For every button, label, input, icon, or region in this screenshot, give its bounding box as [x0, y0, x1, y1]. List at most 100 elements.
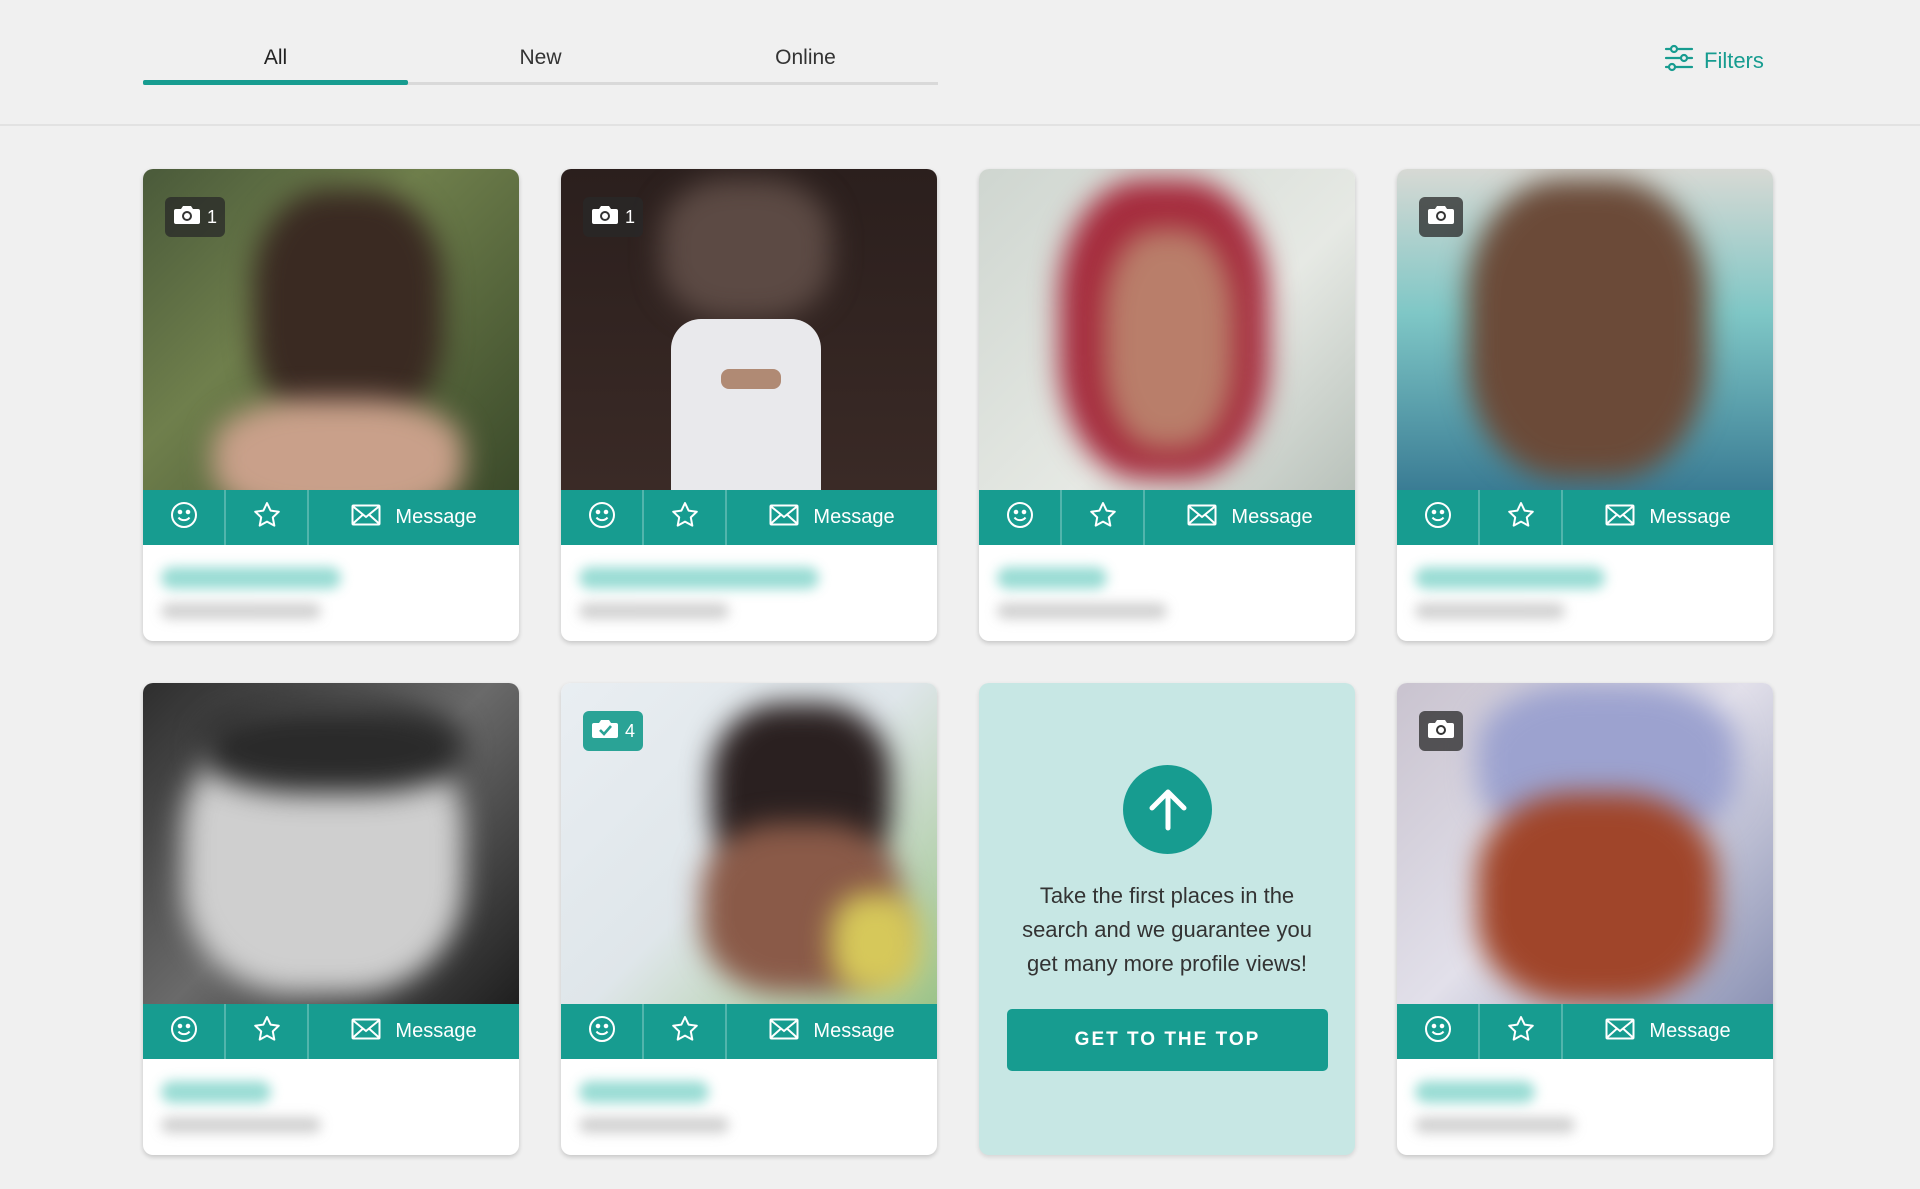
message-label: Message — [813, 506, 895, 528]
like-button[interactable] — [561, 1004, 644, 1059]
message-button[interactable]: Message — [727, 1004, 937, 1059]
profile-card[interactable]: Message — [1397, 169, 1773, 641]
verified-photo-icon — [591, 718, 619, 745]
profile-info — [561, 1059, 937, 1155]
favorite-button[interactable] — [226, 490, 309, 545]
like-button[interactable] — [1397, 490, 1480, 545]
filters-button[interactable]: Filters — [1664, 44, 1764, 78]
camera-icon — [173, 204, 201, 231]
like-button[interactable] — [143, 1004, 226, 1059]
photo-count-badge — [1419, 711, 1463, 751]
arrow-up-icon — [1123, 765, 1212, 854]
profile-card[interactable]: 1 Message — [561, 169, 937, 641]
favorite-button[interactable] — [1062, 490, 1145, 545]
profile-info — [143, 545, 519, 641]
camera-icon — [1427, 718, 1455, 745]
smiley-icon — [1424, 1015, 1452, 1048]
camera-icon — [1427, 204, 1455, 231]
favorite-button[interactable] — [1480, 490, 1563, 545]
card-actions: Message — [561, 490, 937, 545]
profile-photo[interactable] — [979, 169, 1355, 490]
profile-photo[interactable]: 1 — [561, 169, 937, 490]
profile-location-redacted — [579, 603, 729, 619]
profile-card[interactable]: 4 Message — [561, 683, 937, 1155]
envelope-icon — [351, 1018, 381, 1046]
sliders-icon — [1664, 43, 1694, 79]
photo-count: 4 — [625, 720, 636, 741]
smiley-icon — [588, 501, 616, 534]
profile-location-redacted — [997, 603, 1167, 619]
star-icon — [252, 1014, 282, 1049]
profile-name-redacted — [161, 1081, 271, 1103]
like-button[interactable] — [979, 490, 1062, 545]
photo-count-badge: 4 — [583, 711, 644, 751]
card-actions: Message — [561, 1004, 937, 1059]
get-to-top-button[interactable]: GET TO THE TOP — [1007, 1009, 1328, 1071]
star-icon — [1506, 1014, 1536, 1049]
envelope-icon — [351, 504, 381, 532]
message-button[interactable]: Message — [1563, 490, 1773, 545]
profile-info — [1397, 1059, 1773, 1155]
like-button[interactable] — [561, 490, 644, 545]
profile-card[interactable]: 1 Message — [143, 169, 519, 641]
promo-card: Take the first places in the search and … — [979, 683, 1355, 1155]
message-button[interactable]: Message — [1563, 1004, 1773, 1059]
envelope-icon — [1605, 504, 1635, 532]
profile-location-redacted — [1415, 603, 1565, 619]
card-actions: Message — [143, 1004, 519, 1059]
profile-name-redacted — [1415, 567, 1605, 589]
photo-count: 1 — [625, 206, 636, 227]
photo-count-badge: 1 — [583, 197, 644, 237]
favorite-button[interactable] — [644, 490, 727, 545]
card-actions: Message — [1397, 1004, 1773, 1059]
photo-count: 1 — [207, 206, 218, 227]
profile-photo[interactable]: 1 — [143, 169, 519, 490]
profile-info — [561, 545, 937, 641]
message-button[interactable]: Message — [309, 490, 519, 545]
profile-card[interactable]: Message — [979, 169, 1355, 641]
envelope-icon — [769, 1018, 799, 1046]
profile-card[interactable]: Message — [1397, 683, 1773, 1155]
profile-photo[interactable]: 4 — [561, 683, 937, 1004]
smiley-icon — [1424, 501, 1452, 534]
profile-info — [979, 545, 1355, 641]
card-actions: Message — [143, 490, 519, 545]
message-label: Message — [395, 1020, 477, 1042]
like-button[interactable] — [143, 490, 226, 545]
tab-bar: All New Online — [143, 38, 938, 85]
message-label: Message — [1649, 1020, 1731, 1042]
card-actions: Message — [1397, 490, 1773, 545]
profile-photo[interactable] — [1397, 683, 1773, 1004]
profile-info — [143, 1059, 519, 1155]
envelope-icon — [769, 504, 799, 532]
tab-all[interactable]: All — [143, 38, 408, 85]
smiley-icon — [170, 501, 198, 534]
profile-photo[interactable] — [143, 683, 519, 1004]
message-button[interactable]: Message — [1145, 490, 1355, 545]
profile-location-redacted — [161, 1117, 321, 1133]
profile-info — [1397, 545, 1773, 641]
message-label: Message — [395, 506, 477, 528]
profile-name-redacted — [579, 1081, 709, 1103]
profile-card[interactable]: Message — [143, 683, 519, 1155]
profile-name-redacted — [997, 567, 1107, 589]
star-icon — [252, 500, 282, 535]
message-label: Message — [813, 1020, 895, 1042]
tab-new[interactable]: New — [408, 38, 673, 82]
profile-location-redacted — [579, 1117, 729, 1133]
tab-online[interactable]: Online — [673, 38, 938, 82]
message-label: Message — [1649, 506, 1731, 528]
favorite-button[interactable] — [1480, 1004, 1563, 1059]
message-button[interactable]: Message — [309, 1004, 519, 1059]
envelope-icon — [1605, 1018, 1635, 1046]
star-icon — [1506, 500, 1536, 535]
profile-photo[interactable] — [1397, 169, 1773, 490]
favorite-button[interactable] — [226, 1004, 309, 1059]
star-icon — [670, 1014, 700, 1049]
message-label: Message — [1231, 506, 1313, 528]
like-button[interactable] — [1397, 1004, 1480, 1059]
smiley-icon — [170, 1015, 198, 1048]
favorite-button[interactable] — [644, 1004, 727, 1059]
profile-location-redacted — [1415, 1117, 1575, 1133]
message-button[interactable]: Message — [727, 490, 937, 545]
